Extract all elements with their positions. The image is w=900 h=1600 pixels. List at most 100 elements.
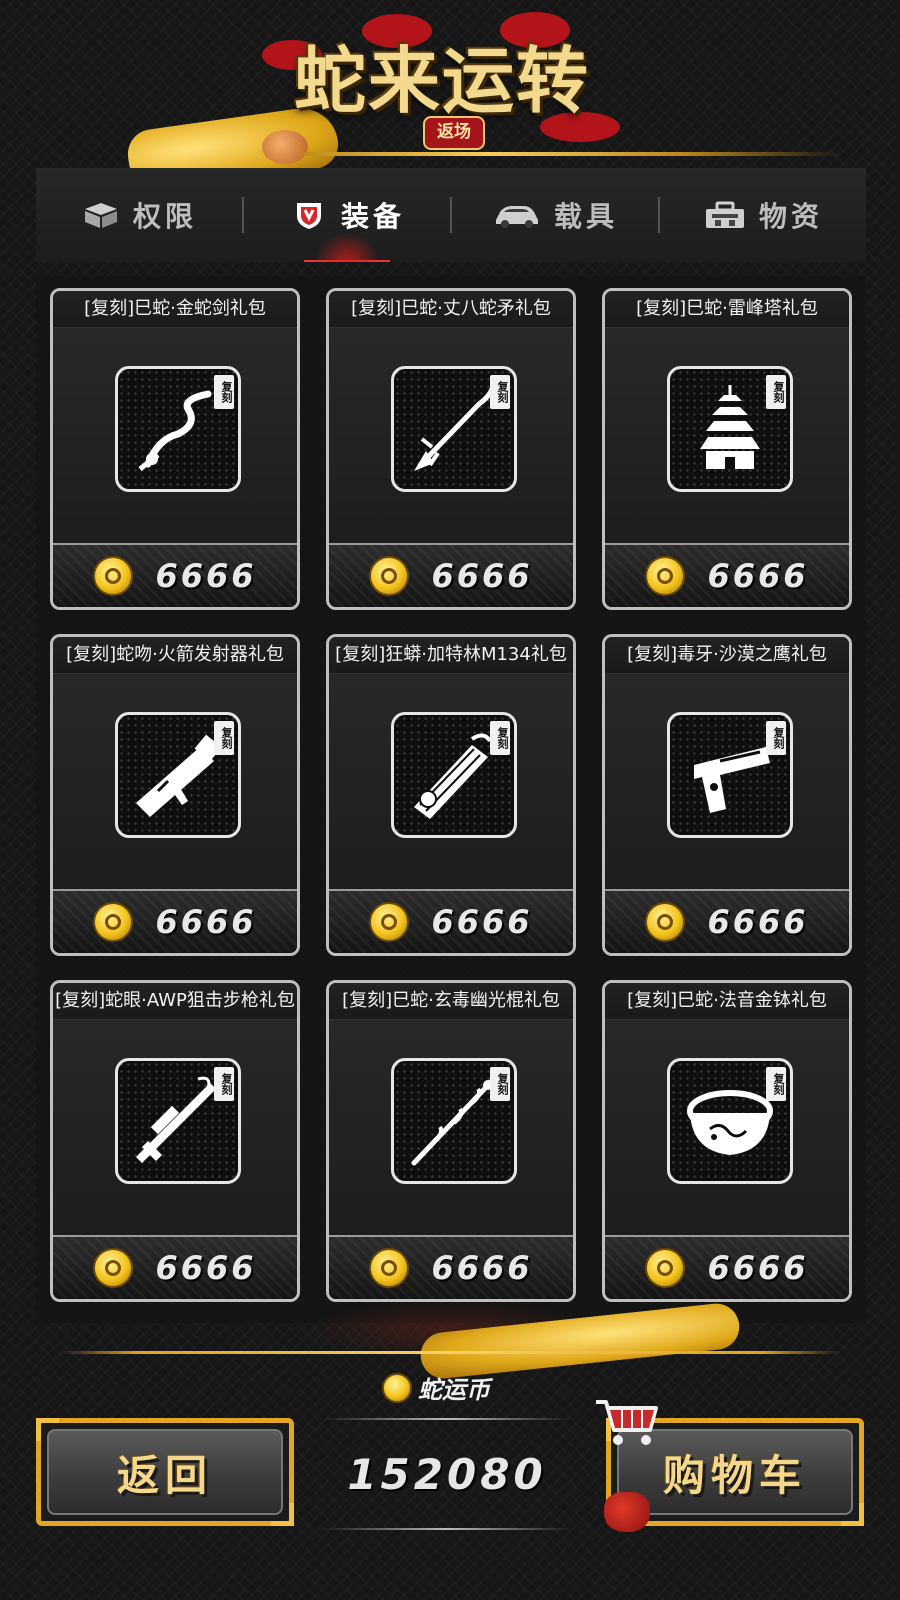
item-price: 6666 xyxy=(431,1249,533,1287)
coin-bag-icon xyxy=(604,1492,650,1532)
item-title: [复刻]蛇吻·火箭发射器礼包 xyxy=(53,637,297,674)
reprint-tag: 复刻 xyxy=(766,1067,786,1101)
tab-label: 权限 xyxy=(132,200,197,233)
reprint-tag: 复刻 xyxy=(490,1067,510,1101)
item-price: 6666 xyxy=(707,1249,809,1287)
category-tabs: 权限 装备 载具 物资 xyxy=(36,168,866,262)
coin-icon xyxy=(645,556,686,596)
coin-icon xyxy=(369,1248,410,1288)
item-icon-frame: 复刻 xyxy=(115,712,241,838)
currency-divider xyxy=(322,1418,572,1420)
item-card[interactable]: [复刻]巳蛇·雷峰塔礼包 复刻 6666 xyxy=(602,288,852,610)
item-title: [复刻]蛇眼·AWP狙击步枪礼包 xyxy=(53,983,297,1020)
reprint-tag: 复刻 xyxy=(766,375,786,409)
item-title: [复刻]巳蛇·金蛇剑礼包 xyxy=(53,291,297,328)
item-title: [复刻]毒牙·沙漠之鹰礼包 xyxy=(605,637,849,674)
price-bar: 6666 xyxy=(53,543,297,607)
coin-icon xyxy=(93,1248,134,1288)
snake-spear-icon xyxy=(414,386,495,471)
shopping-cart-icon xyxy=(596,1400,658,1445)
box-icon xyxy=(84,203,117,228)
gatling-icon xyxy=(414,733,492,819)
item-card[interactable]: [复刻]蛇吻·火箭发射器礼包 复刻 6666 xyxy=(50,634,300,956)
item-icon-frame: 复刻 xyxy=(391,712,517,838)
tab-vehicles[interactable]: 载具 xyxy=(452,168,658,262)
currency-label: 蛇运币 xyxy=(382,1370,490,1405)
golden-bowl-icon xyxy=(687,1090,773,1155)
rocket-launcher-icon xyxy=(136,734,222,817)
currency-balance: 152080 xyxy=(347,1450,547,1499)
currency-divider xyxy=(322,1528,572,1530)
price-bar: 6666 xyxy=(53,889,297,953)
item-icon-frame: 复刻 xyxy=(115,366,241,492)
item-price: 6666 xyxy=(155,1249,257,1287)
sniper-rifle-icon xyxy=(136,1076,216,1163)
tab-label: 物资 xyxy=(758,200,823,233)
item-card[interactable]: [复刻]巳蛇·丈八蛇矛礼包 复刻 6666 xyxy=(326,288,576,610)
title-badge: 返场 xyxy=(423,116,485,150)
item-icon-frame: 复刻 xyxy=(667,1058,793,1184)
coin-icon xyxy=(382,1372,412,1403)
item-icon-frame: 复刻 xyxy=(667,712,793,838)
coin-icon xyxy=(93,556,134,596)
currency-name: 蛇运币 xyxy=(418,1376,490,1404)
item-price: 6666 xyxy=(707,557,809,595)
back-button-label: 返回 xyxy=(47,1429,283,1515)
toolbox-icon xyxy=(705,201,744,228)
car-icon xyxy=(495,206,538,228)
item-title: [复刻]巳蛇·法音金钵礼包 xyxy=(605,983,849,1020)
coin-icon xyxy=(369,556,410,596)
frame-corner xyxy=(841,1503,864,1526)
item-price: 6666 xyxy=(707,903,809,941)
tab-label: 载具 xyxy=(553,200,618,233)
staff-icon xyxy=(411,1078,495,1166)
frame-corner xyxy=(271,1503,294,1526)
price-bar: 6666 xyxy=(605,543,849,607)
coin-icon xyxy=(645,1248,686,1288)
item-price: 6666 xyxy=(155,557,257,595)
pistol-icon xyxy=(694,747,770,813)
header: 蛇来运转 返场 xyxy=(0,0,900,195)
item-card[interactable]: [复刻]蛇眼·AWP狙击步枪礼包 复刻 6666 xyxy=(50,980,300,1302)
footer-divider xyxy=(60,1351,840,1354)
reprint-tag: 复刻 xyxy=(490,721,510,755)
item-price: 6666 xyxy=(431,903,533,941)
price-bar: 6666 xyxy=(605,1235,849,1299)
item-card[interactable]: [复刻]巳蛇·金蛇剑礼包 复刻 6666 xyxy=(50,288,300,610)
tab-equipment[interactable]: 装备 xyxy=(244,168,450,262)
item-card[interactable]: [复刻]巳蛇·玄毒幽光棍礼包 复刻 6666 xyxy=(326,980,576,1302)
tab-permissions[interactable]: 权限 xyxy=(36,168,242,262)
item-icon-frame: 复刻 xyxy=(667,366,793,492)
item-icon-frame: 复刻 xyxy=(391,366,517,492)
reprint-tag: 复刻 xyxy=(214,721,234,755)
item-icon-frame: 复刻 xyxy=(391,1058,517,1184)
coin-icon xyxy=(93,902,134,942)
coin-icon xyxy=(369,902,410,942)
snake-sword-icon xyxy=(138,390,212,471)
coin-icon xyxy=(645,902,686,942)
price-bar: 6666 xyxy=(605,889,849,953)
price-bar: 6666 xyxy=(53,1235,297,1299)
reprint-tag: 复刻 xyxy=(214,1067,234,1101)
item-card[interactable]: [复刻]毒牙·沙漠之鹰礼包 复刻 6666 xyxy=(602,634,852,956)
page-title: 蛇来运转 xyxy=(293,38,590,123)
item-grid: [复刻]巳蛇·金蛇剑礼包 复刻 6666 [复刻]巳蛇·丈八蛇矛礼包 复刻 66… xyxy=(36,276,866,1323)
header-divider xyxy=(300,152,840,156)
price-bar: 6666 xyxy=(329,1235,573,1299)
gourd-decoration xyxy=(262,130,308,164)
frame-corner xyxy=(36,1418,59,1441)
item-title: [复刻]狂蟒·加特林M134礼包 xyxy=(329,637,573,674)
item-card[interactable]: [复刻]狂蟒·加特林M134礼包 复刻 6666 xyxy=(326,634,576,956)
pagoda-icon xyxy=(700,385,760,469)
tab-label: 装备 xyxy=(340,200,405,233)
reprint-tag: 复刻 xyxy=(490,375,510,409)
shield-icon xyxy=(296,203,321,229)
tab-supplies[interactable]: 物资 xyxy=(660,168,866,262)
item-card[interactable]: [复刻]巳蛇·法音金钵礼包 复刻 6666 xyxy=(602,980,852,1302)
item-title: [复刻]巳蛇·玄毒幽光棍礼包 xyxy=(329,983,573,1020)
item-price: 6666 xyxy=(155,903,257,941)
back-button[interactable]: 返回 xyxy=(36,1418,294,1526)
item-title: [复刻]巳蛇·丈八蛇矛礼包 xyxy=(329,291,573,328)
reprint-tag: 复刻 xyxy=(214,375,234,409)
reprint-tag: 复刻 xyxy=(766,721,786,755)
